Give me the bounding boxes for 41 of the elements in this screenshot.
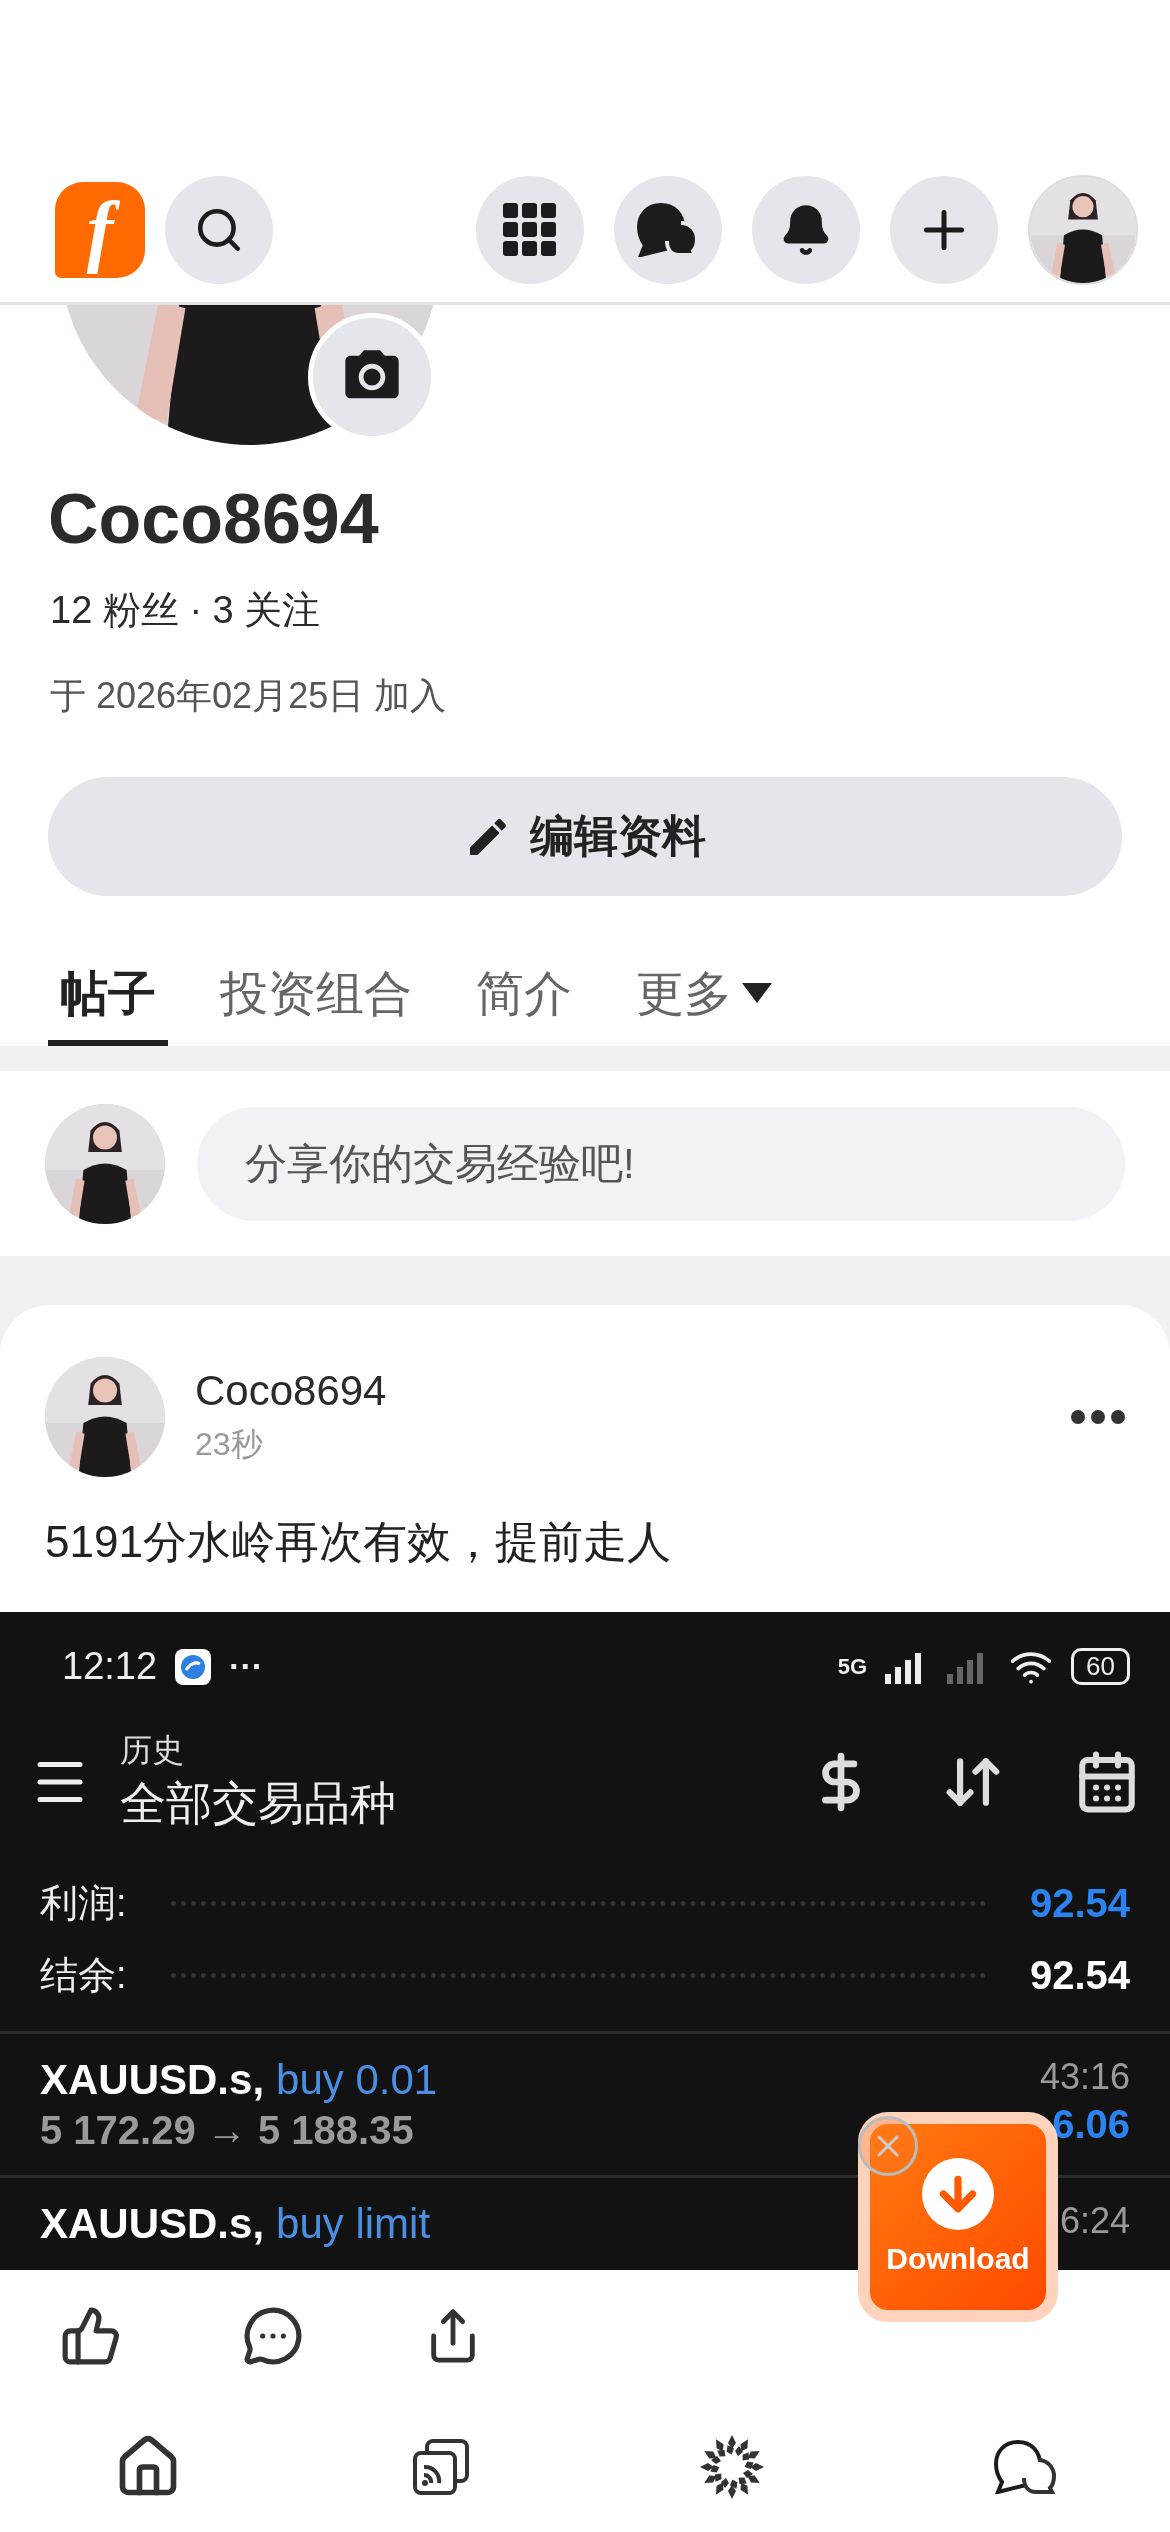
profile-tab[interactable]: 投资组合 <box>208 948 424 1047</box>
post-time: 23秒 <box>195 1425 264 1464</box>
more-options-button[interactable] <box>1071 1410 1125 1424</box>
join-date: 于 2026年02月25日 加入 <box>50 674 448 718</box>
feed-tab[interactable] <box>410 2437 471 2497</box>
summary-value: 92.54 <box>1029 1952 1130 1998</box>
network-type: 5G <box>837 1653 868 1680</box>
summary-label: 利润: <box>40 1880 127 1926</box>
profile-tab[interactable]: 简介 <box>464 948 584 1047</box>
profile-name: Coco8694 <box>48 479 380 559</box>
post-text: 5191分水岭再次有效，提前走人 <box>44 1516 672 1568</box>
grid-icon <box>503 203 557 258</box>
trade-action: buy 0.01 <box>276 2056 438 2104</box>
summary-label: 结余: <box>40 1952 127 1998</box>
chats-tab[interactable] <box>993 2440 1056 2494</box>
author-name[interactable]: Coco8694 <box>195 1367 1041 1415</box>
post-input-field[interactable]: 分享你的交易经验吧! <box>197 1106 1125 1221</box>
status-time: 12:12 <box>62 1645 158 1689</box>
trade-prices: 5 172.29 → 5 188.35 <box>40 2108 414 2153</box>
trade-time: 43:16 <box>1039 2056 1130 2098</box>
chat-bubbles-icon <box>993 2440 1056 2494</box>
app-icon <box>175 1648 212 1685</box>
follower-stats: 12 粉丝 · 3 关注 <box>50 588 322 633</box>
trade-time: 6:24 <box>1059 2200 1130 2242</box>
discover-tab[interactable] <box>699 2434 766 2500</box>
close-button[interactable] <box>858 2116 918 2176</box>
comment-button[interactable] <box>242 2305 304 2367</box>
feed-icon <box>410 2437 471 2497</box>
screen-subtitle: 历史 <box>120 1730 185 1770</box>
trade-symbol: XAUUSD.s, <box>40 2200 265 2248</box>
battery-level: 60 <box>1071 1648 1130 1686</box>
like-button[interactable] <box>60 2305 122 2367</box>
screen-title: 全部交易品种 <box>120 1775 397 1831</box>
trade-symbol: XAUUSD.s, <box>40 2056 265 2104</box>
profile-tab[interactable]: 更多 <box>624 948 784 1047</box>
edit-profile-button[interactable]: 编辑资料 <box>48 777 1122 897</box>
trade-action: buy limit <box>276 2200 431 2248</box>
summary-value: 92.54 <box>1029 1880 1130 1926</box>
more-icon <box>1071 1410 1125 1424</box>
status-more: ··· <box>229 1647 264 1687</box>
starburst-icon <box>699 2434 766 2500</box>
